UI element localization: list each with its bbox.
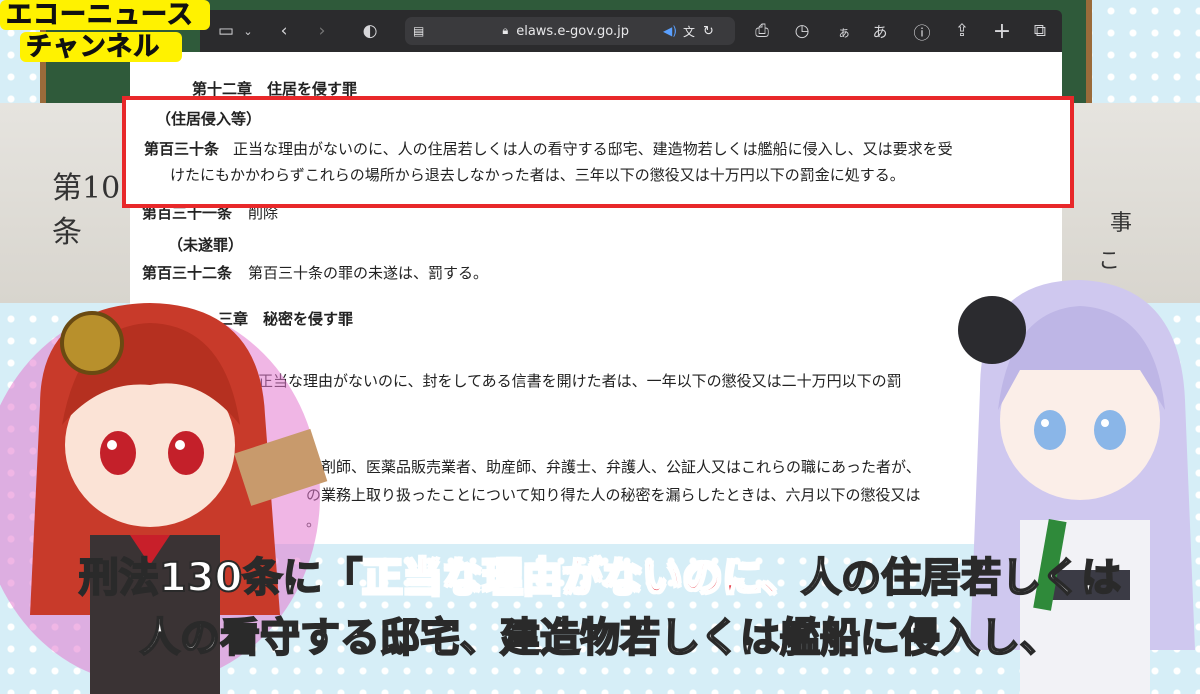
subtitle-line2-part1: 人の看守する邸宅、 [139,614,501,662]
reload-icon[interactable]: ↻ [703,24,714,39]
article-130-number: 第百三十条 [144,140,220,158]
shield-icon[interactable]: ◐ [356,17,384,45]
channel-logo-line2: チャンネル [20,32,182,63]
article-132: 第百三十二条 第百三十条の罪の未遂は、罰する。 [142,262,488,283]
article-132-number: 第百三十二条 [142,264,233,282]
article-133-text: 正当な理由がないのに、封をしてある信書を開けた者は、一年以下の懲役又は二十万円以… [258,372,902,390]
subtitle-line1-part3: 人の住居若しくは [800,554,1122,602]
subtitle-line2-part2: 建造物若しくは艦船に侵入し、 [499,614,1061,662]
printer-icon[interactable]: ⎙ [748,17,776,45]
subtitle-caption: 刑法130条に「正当な理由がないのに、人の住居若しくは 人の看守する邸宅、建造物… [0,548,1200,688]
article-134-line1: 薬剤師、医薬品販売業者、助産師、弁護士、弁護人、公証人又はこれらの職にあった者が… [306,458,921,476]
article-134-line2: の業務上取り扱ったことについて知り得た人の秘密を漏らしたときは、六月以下の懲役又… [306,486,921,504]
tabs-overview-icon[interactable]: ⧉ [1026,17,1054,45]
channel-logo: エコーニュース チャンネル [0,0,220,70]
lock-icon: 🔒︎ [502,24,509,37]
book-photo-left: 第10条 [0,103,140,303]
subtitle-line1-part1: 刑法130条に「 [78,554,363,602]
url-text[interactable]: elaws.e-gov.go.jp [516,24,629,39]
address-bar[interactable]: ▤ 🔒︎ elaws.e-gov.go.jp ◀) 文 ↻ [405,17,735,45]
book-photo-right-text-1: 事 [1110,211,1133,236]
back-icon[interactable]: ‹ [270,17,298,45]
article-130-text-1: 正当な理由がないのに、人の住居若しくは人の看守する邸宅、建造物若しくは艦船に侵入… [233,140,953,158]
font-small-button[interactable]: ぁ [830,17,858,45]
forward-icon[interactable]: › [308,17,336,45]
translate-icon[interactable]: 文 [683,23,695,40]
share-icon[interactable]: ⇪ [948,17,976,45]
reader-icon[interactable]: ▤ [413,24,424,38]
info-icon[interactable]: ⓘ [908,17,936,45]
speaker-icon[interactable]: ◀) [663,24,677,38]
chevron-down-icon[interactable]: ⌄ [240,17,256,45]
browser-toolbar: ▭ ⌄ ‹ › ◐ ▤ 🔒︎ elaws.e-gov.go.jp ◀) 文 ↻ … [200,10,1062,52]
font-large-button[interactable]: あ [866,17,894,45]
new-tab-icon[interactable]: + [988,17,1016,45]
subtitle-line1-part2: 正当な理由がないのに、 [361,554,802,602]
article-132-text: 第百三十条の罪の未遂は、罰する。 [248,264,489,282]
article-130-highlight: （住居侵入等） 第百三十条 正当な理由がないのに、人の住居若しくは人の看守する邸宅… [122,96,1074,208]
article-130-caption: （住居侵入等） [156,110,262,128]
article-130-line1: 第百三十条 正当な理由がないのに、人の住居若しくは人の看守する邸宅、建造物若しくは… [144,138,953,159]
clock-icon[interactable]: ◷ [788,17,816,45]
subtitle-line2: 人の看守する邸宅、建造物若しくは艦船に侵入し、 [0,608,1200,668]
article-132-caption: （未遂罪） [168,236,244,254]
channel-logo-line1: エコーニュース [0,0,210,31]
article-130-line2: けたにもかかわらずこれらの場所から退去しなかった者は、三年以下の懲役又は十万円以… [170,166,905,184]
subtitle-line1: 刑法130条に「正当な理由がないのに、人の住居若しくは [0,548,1200,608]
